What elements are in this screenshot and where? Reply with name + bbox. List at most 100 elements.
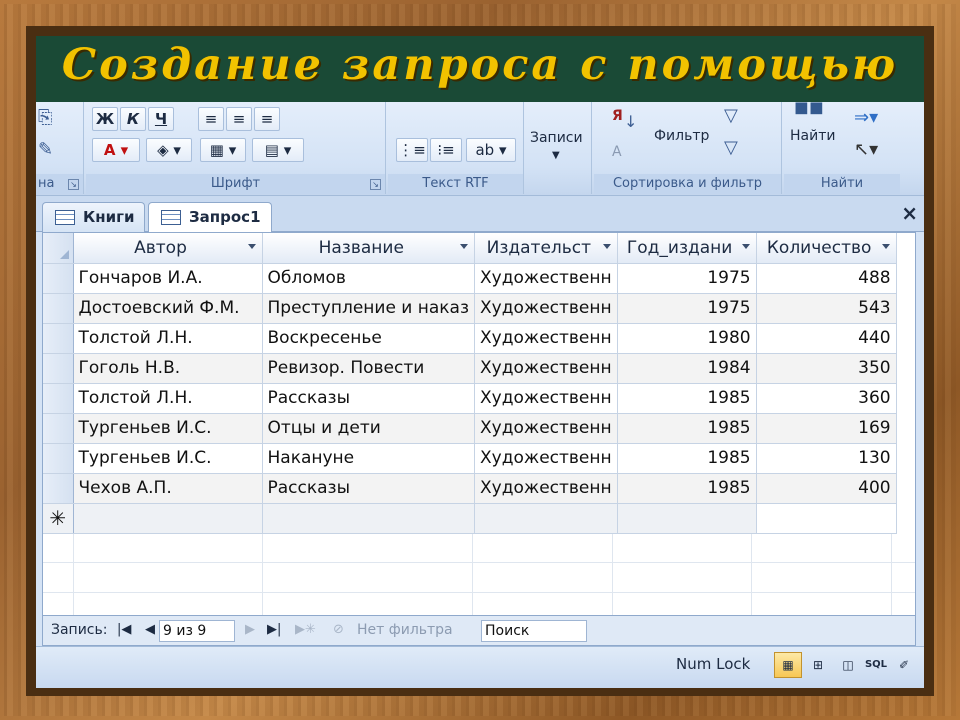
cell-year[interactable]: 1985 [617,473,757,504]
select-cursor-icon[interactable]: ↖▾ [854,140,878,160]
chevron-down-icon[interactable] [741,244,750,249]
gridlines-button[interactable]: ▦ ▾ [200,138,246,162]
filter-options-icon[interactable]: ▽ [724,106,738,126]
underline-button[interactable]: Ч [148,107,174,131]
column-header-quantity[interactable]: Количество [756,233,897,264]
row-selector[interactable] [43,443,74,474]
cell-publisher[interactable]: Художественн [474,323,618,354]
cell-publisher[interactable]: Художественн [474,473,618,504]
sql-view-button[interactable]: SQL [862,652,890,678]
last-record-icon[interactable]: ▶| [267,621,281,639]
ribbon-group-records[interactable]: Записи ▼ [526,102,592,194]
cell-author[interactable]: Толстой Л.Н. [73,383,263,414]
next-record-icon[interactable]: ▶ [245,621,255,639]
cell-quantity[interactable]: 543 [756,293,897,324]
chevron-down-icon[interactable] [602,244,611,249]
cell-title[interactable]: Обломов [262,263,476,294]
italic-button[interactable]: К [120,107,146,131]
cell-year[interactable]: 1985 [617,383,757,414]
font-launcher-icon[interactable]: ↘ [370,179,381,190]
cell-title[interactable]: Накануне [262,443,476,474]
cell-title[interactable]: Отцы и дети [262,413,476,444]
highlight-button[interactable]: ab ▾ [466,138,516,162]
design-view-icon[interactable]: ✐ [890,652,918,678]
cell-title[interactable]: Рассказы [262,383,476,414]
sort-desc-icon[interactable]: Я [612,106,623,126]
new-record-row[interactable]: ✳ [43,503,897,534]
table-row[interactable]: Толстой Л.Н. Рассказы Художественн 1985 … [43,383,897,414]
column-header-title[interactable]: Название [262,233,476,264]
alternate-fill-button[interactable]: ▤ ▾ [252,138,304,162]
cell-year[interactable]: 1985 [617,413,757,444]
tab-zapros1[interactable]: Запрос1 [148,202,272,233]
bulleted-list-button[interactable]: ⁝≡ [430,138,462,162]
row-selector[interactable] [43,323,74,354]
numbered-list-button[interactable]: ⋮≡ [396,138,428,162]
align-left-button[interactable]: ≡ [198,107,224,131]
cell-publisher[interactable]: Художественн [474,293,618,324]
replace-arrow-icon[interactable]: ⇒▾ [854,108,878,128]
cell-author[interactable]: Чехов А.П. [73,473,263,504]
cell-author[interactable]: Толстой Л.Н. [73,323,263,354]
cell-publisher[interactable]: Художественн [474,383,618,414]
cell-year[interactable]: 1984 [617,353,757,384]
binoculars-icon[interactable]: ◼◼ [794,102,824,118]
sort-arrow-icon[interactable]: ↓ [624,112,637,132]
column-header-year[interactable]: Год_издани [617,233,757,264]
cell-quantity[interactable]: 488 [756,263,897,294]
chevron-down-icon[interactable] [881,244,890,249]
cell-title[interactable]: Ревизор. Повести [262,353,476,384]
cell-publisher[interactable]: Художественн [474,413,618,444]
cell-author[interactable]: Достоевский Ф.М. [73,293,263,324]
toggle-filter-icon[interactable]: ▽ [724,138,738,158]
align-right-button[interactable]: ≡ [254,107,280,131]
records-chevron-down-icon[interactable]: ▼ [552,150,560,161]
current-record-input[interactable]: 9 из 9 [159,620,235,642]
pivot-table-view-icon[interactable]: ⊞ [804,652,832,678]
table-row[interactable]: Чехов А.П. Рассказы Художественн 1985 40… [43,473,897,504]
cell-quantity[interactable]: 130 [756,443,897,474]
select-all-corner[interactable] [43,233,74,264]
table-row[interactable]: Тургеньев И.С. Отцы и дети Художественн … [43,413,897,444]
cell-year[interactable]: 1985 [617,443,757,474]
new-record-selector[interactable]: ✳ [43,503,74,534]
chevron-down-icon[interactable] [247,244,256,249]
cell-quantity[interactable] [756,503,897,534]
close-icon[interactable]: × [901,202,918,224]
tab-knigi[interactable]: Книги [42,202,146,232]
cell-author[interactable]: Гончаров И.А. [73,263,263,294]
row-selector[interactable] [43,473,74,504]
cell-title[interactable]: Воскресенье [262,323,476,354]
cell-publisher[interactable] [474,503,618,534]
cell-author[interactable]: Тургеньев И.С. [73,443,263,474]
cell-author[interactable] [73,503,263,534]
filter-button[interactable]: Фильтр [654,128,709,144]
cell-publisher[interactable]: Художественн [474,263,618,294]
cell-author[interactable]: Гоголь Н.В. [73,353,263,384]
filter-status-label[interactable]: Нет фильтра [357,622,453,638]
cell-publisher[interactable]: Художественн [474,353,618,384]
cell-year[interactable]: 1975 [617,293,757,324]
paste-icon[interactable]: ⎘ [38,108,52,128]
cell-title[interactable] [262,503,476,534]
cell-publisher[interactable]: Художественн [474,443,618,474]
row-selector[interactable] [43,263,74,294]
cell-quantity[interactable]: 360 [756,383,897,414]
row-selector[interactable] [43,353,74,384]
cell-quantity[interactable]: 350 [756,353,897,384]
clear-sort-icon[interactable]: А [612,142,622,162]
new-record-icon[interactable]: ▶✳ [295,621,316,639]
row-selector[interactable] [43,413,74,444]
bold-button[interactable]: Ж [92,107,118,131]
cell-year[interactable]: 1975 [617,263,757,294]
row-selector[interactable] [43,293,74,324]
cell-title[interactable]: Рассказы [262,473,476,504]
first-record-icon[interactable]: |◀ [117,621,131,639]
align-center-button[interactable]: ≡ [226,107,252,131]
find-button[interactable]: Найти [790,128,835,144]
column-header-author[interactable]: Автор [73,233,263,264]
font-color-button[interactable]: A ▾ [92,138,140,162]
cell-year[interactable] [617,503,757,534]
clipboard-launcher-icon[interactable]: ↘ [68,179,79,190]
records-button-label[interactable]: Записи [530,130,583,146]
